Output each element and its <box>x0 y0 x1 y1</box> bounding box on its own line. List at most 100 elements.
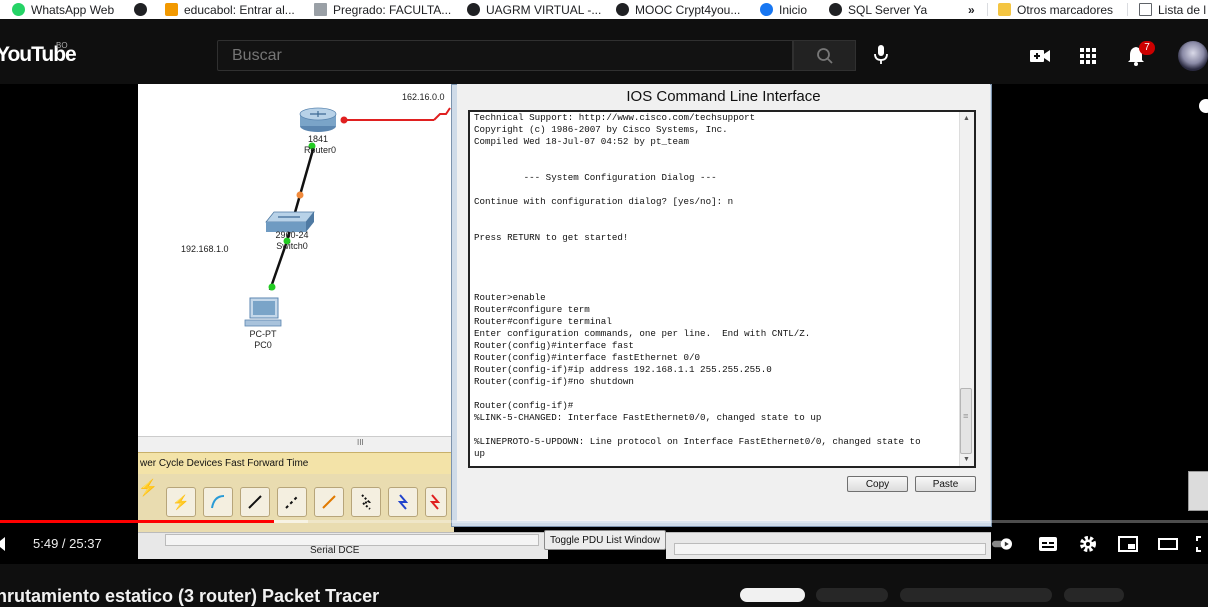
settings-button[interactable] <box>1076 532 1100 556</box>
uagrm-icon <box>467 3 480 16</box>
network-label-left: 192.168.1.0 <box>181 244 229 254</box>
lightning-icon: ⚡ <box>172 493 190 510</box>
workspace-horizontal-scrollbar[interactable]: III <box>138 436 454 453</box>
bookmark-label: MOOC Crypt4you... <box>635 2 741 17</box>
subscribe-button[interactable] <box>740 588 805 602</box>
serial-link-zigzag <box>433 107 451 121</box>
bookmark-github[interactable] <box>134 0 153 19</box>
miniplayer-button[interactable] <box>1116 532 1140 556</box>
connection-coaxial-button[interactable] <box>388 487 418 517</box>
pc-icon[interactable] <box>244 297 282 327</box>
connection-auto-button[interactable]: ⚡ <box>166 487 196 517</box>
pdu-list-scrollbar[interactable] <box>666 532 991 559</box>
bookmark-label: Pregrado: FACULTA... <box>333 2 452 17</box>
chevron-double-right-icon: » <box>968 2 975 17</box>
connection-crossover-button[interactable] <box>277 487 307 517</box>
router-label: 1841 Router0 <box>304 134 337 156</box>
link-status-light <box>268 283 276 291</box>
bookmarks-overflow-button[interactable]: » <box>968 0 975 19</box>
paste-button[interactable]: Paste <box>915 476 976 492</box>
video-camera-plus-icon <box>1030 50 1050 62</box>
bookmark-whatsapp[interactable]: WhatsApp Web <box>12 0 114 19</box>
apps-button[interactable] <box>1076 44 1100 68</box>
like-button[interactable] <box>816 588 888 602</box>
packet-tracer-workspace[interactable]: 162.16.0.0 192.168.1.0 1841 Router0 2960… <box>138 84 454 436</box>
bookmark-uagrm[interactable]: UAGRM VIRTUAL -... <box>467 0 601 19</box>
other-bookmarks-folder[interactable]: Otros marcadores <box>998 0 1113 19</box>
pc-label: PC-PT PC0 <box>243 329 283 351</box>
switch-model: 2960-24 <box>275 230 309 240</box>
straight-cable-icon <box>248 495 262 509</box>
coaxial-cable-icon <box>397 494 409 510</box>
voice-search-button[interactable] <box>868 42 894 68</box>
console-cable-icon <box>211 495 225 509</box>
bookmark-educabol[interactable]: educabol: Entrar al... <box>165 0 295 19</box>
scroll-track[interactable] <box>674 543 986 555</box>
scroll-down-arrow-icon[interactable]: ▼ <box>963 456 970 463</box>
connection-serial-dce-button[interactable] <box>425 487 447 517</box>
search-box[interactable] <box>217 40 793 71</box>
router-name: Router0 <box>304 145 337 155</box>
avatar[interactable] <box>1178 41 1208 71</box>
search-input[interactable] <box>230 46 774 66</box>
fullscreen-icon <box>1196 536 1201 552</box>
bookmark-label: educabol: Entrar al... <box>184 2 295 17</box>
more-actions-button[interactable] <box>1064 588 1124 602</box>
phone-cable-icon <box>360 494 372 510</box>
scroll-up-arrow-icon[interactable]: ▲ <box>963 115 970 122</box>
router-icon[interactable] <box>299 107 337 132</box>
pc-name: PC0 <box>254 340 272 350</box>
bookmarks-divider <box>987 3 988 16</box>
connection-straight-button[interactable] <box>240 487 270 517</box>
volume-button[interactable] <box>0 532 16 556</box>
facebook-icon <box>760 3 773 16</box>
switch-icon[interactable] <box>265 211 315 232</box>
mooc-icon <box>616 3 629 16</box>
bookmark-label: WhatsApp Web <box>31 2 115 17</box>
create-button[interactable] <box>1028 44 1052 68</box>
share-button[interactable] <box>900 588 1052 602</box>
switch-name: Switch0 <box>276 241 308 251</box>
search-icon <box>816 47 833 64</box>
cli-scroll-thumb[interactable]: III <box>960 388 972 454</box>
scroll-grip: III <box>357 438 364 447</box>
fullscreen-button[interactable] <box>1192 532 1208 556</box>
channel-watermark[interactable] <box>1188 471 1208 511</box>
bookmark-mooc[interactable]: MOOC Crypt4you... <box>616 0 740 19</box>
document-icon <box>314 3 327 16</box>
time-display: 5:49 / 25:37 <box>33 536 102 551</box>
search-button[interactable] <box>793 40 856 71</box>
cli-scrollbar[interactable]: ▲ III ▼ <box>959 112 974 466</box>
autoplay-toggle[interactable] <box>992 532 1016 556</box>
apps-grid-icon <box>1080 48 1096 64</box>
theater-mode-button[interactable] <box>1156 532 1180 556</box>
network-label-top: 162.16.0.0 <box>402 92 445 102</box>
switch-label: 2960-24 Switch0 <box>268 230 316 252</box>
connection-fiber-button[interactable] <box>314 487 344 517</box>
bookmark-pregrado[interactable]: Pregrado: FACULTA... <box>314 0 451 19</box>
connection-phone-button[interactable] <box>351 487 381 517</box>
cli-console[interactable]: Technical Support: http://www.cisco.com/… <box>468 110 976 468</box>
connection-console-button[interactable] <box>203 487 233 517</box>
theater-mode-icon <box>1158 538 1178 550</box>
bookmark-facebook[interactable]: Inicio <box>760 0 807 19</box>
toggle-pdu-list-button[interactable]: Toggle PDU List Window <box>544 530 666 550</box>
sqlserver-icon <box>829 3 842 16</box>
bookmark-label: SQL Server Ya <box>848 2 928 17</box>
cli-output: Technical Support: http://www.cisco.com/… <box>474 112 921 459</box>
reading-list-label: Lista de l <box>1158 2 1207 17</box>
subtitles-icon <box>1039 537 1057 551</box>
reading-list-button[interactable]: Lista de l <box>1139 0 1206 19</box>
serial-dce-icon <box>429 494 441 510</box>
subtitles-button[interactable] <box>1036 532 1060 556</box>
link-status-light <box>296 191 304 199</box>
bookmark-label: UAGRM VIRTUAL -... <box>486 2 602 17</box>
bookmark-sqlserver[interactable]: SQL Server Ya <box>829 0 927 19</box>
pc-model: PC-PT <box>249 329 277 339</box>
bookmark-label: Inicio <box>779 2 808 17</box>
gear-icon <box>1080 536 1096 552</box>
whatsapp-icon <box>12 3 25 16</box>
copy-button[interactable]: Copy <box>847 476 908 492</box>
crossover-cable-icon <box>285 495 299 509</box>
scroll-grip: III <box>961 413 968 419</box>
